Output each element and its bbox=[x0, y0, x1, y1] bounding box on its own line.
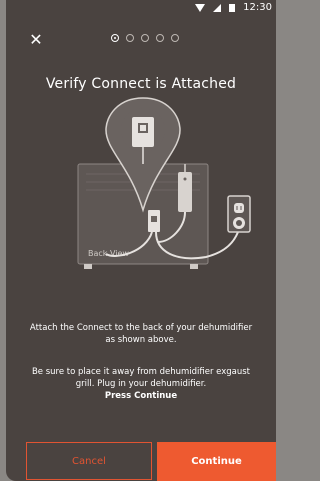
status-bar: 12:30 bbox=[6, 0, 276, 16]
continue-button[interactable]: Continue bbox=[157, 442, 276, 481]
step-dot-2 bbox=[126, 34, 134, 42]
signal-icon bbox=[213, 3, 222, 12]
back-view-label: Back View bbox=[88, 249, 129, 258]
step-dot-1 bbox=[111, 34, 119, 42]
page-title: Verify Connect is Attached bbox=[45, 76, 237, 92]
step-dot-4 bbox=[156, 34, 164, 42]
setup-screen: 12:30 ✕ Verify Connect is Attached Back … bbox=[6, 0, 276, 481]
close-icon[interactable]: ✕ bbox=[28, 32, 44, 48]
step-dot-5 bbox=[171, 34, 179, 42]
status-time: 12:30 bbox=[243, 2, 272, 13]
battery-icon bbox=[229, 3, 236, 12]
wifi-icon bbox=[195, 3, 206, 12]
step-indicator bbox=[111, 34, 179, 42]
instruction-press-continue: Press Continue bbox=[104, 391, 178, 401]
step-dot-3 bbox=[141, 34, 149, 42]
instruction-placement: Be sure to place it away from dehumidifi… bbox=[31, 367, 251, 389]
cancel-button[interactable]: Cancel bbox=[26, 442, 152, 480]
instruction-attach: Attach the Connect to the back of your d… bbox=[29, 323, 253, 345]
dehumidifier-illustration: Back View bbox=[6, 92, 276, 292]
